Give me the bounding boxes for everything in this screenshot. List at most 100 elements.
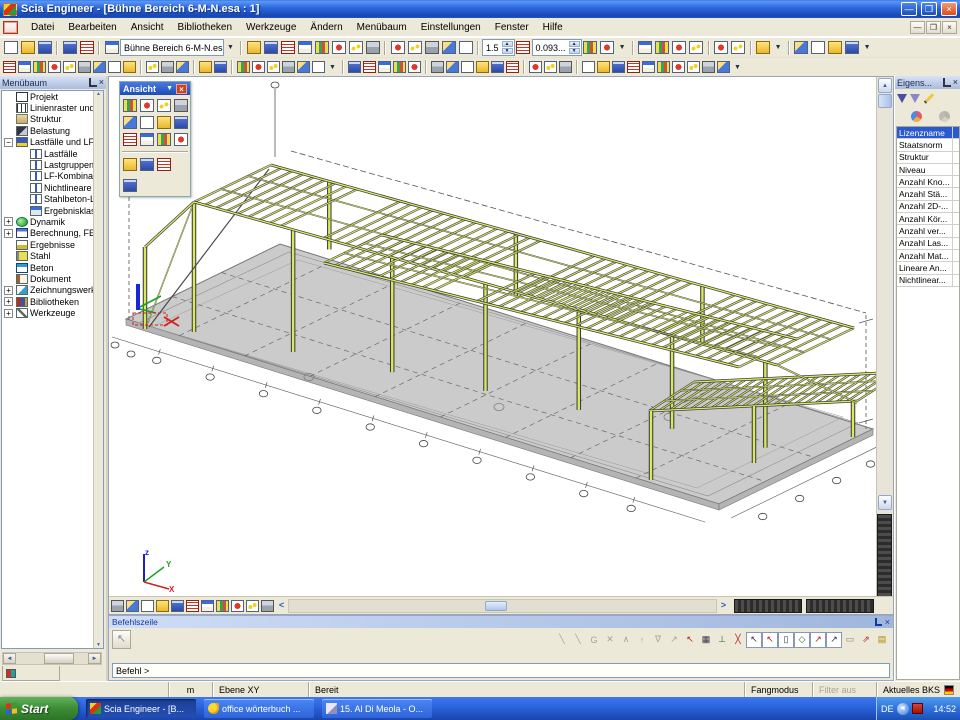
tree-item-stahl[interactable]: Stahl <box>2 250 103 261</box>
tree-item-beton[interactable]: Beton <box>2 262 103 273</box>
toolbar-icon[interactable] <box>230 598 245 614</box>
toolbar-icon[interactable] <box>47 59 62 75</box>
befehlszeile-header[interactable]: Befehlszeile × <box>109 616 893 628</box>
toolbar-icon[interactable] <box>122 59 137 75</box>
toolbar-icon[interactable] <box>543 59 558 75</box>
taskbar-task-0[interactable]: Scia Engineer - [B... <box>86 699 196 718</box>
toolbar-icon[interactable] <box>686 59 701 75</box>
toolbar-icon[interactable] <box>61 40 78 56</box>
toolbar-icon[interactable] <box>145 59 160 75</box>
tree-item-belastung[interactable]: Belastung <box>2 125 103 136</box>
toolbar-icon[interactable] <box>626 59 641 75</box>
toolbar-icon[interactable] <box>155 97 172 114</box>
toolbar-icon[interactable] <box>445 59 460 75</box>
toolbar-icon[interactable] <box>581 59 596 75</box>
toolbar-icon[interactable] <box>121 177 138 194</box>
toolbar-icon[interactable] <box>596 59 611 75</box>
toolbar-icon[interactable] <box>701 59 716 75</box>
pin-icon[interactable] <box>89 78 97 87</box>
toolbar-icon[interactable] <box>121 114 138 131</box>
toolbar-icon[interactable] <box>713 40 730 56</box>
model-viewport[interactable]: z Y X Ansicht ▼ × ▲ ▼ < > <box>108 76 894 615</box>
toolbar-icon[interactable] <box>311 59 326 75</box>
toolbar-icon[interactable] <box>279 40 296 56</box>
eigenschaften-panel-header[interactable]: Eigens... × <box>895 76 960 89</box>
toolbar-icon[interactable] <box>654 40 671 56</box>
toolbar-icon[interactable] <box>281 59 296 75</box>
command-input[interactable]: Befehl > <box>112 663 890 678</box>
close-icon[interactable]: × <box>885 617 890 627</box>
toolbar-icon[interactable] <box>138 156 155 173</box>
toolbar-icon[interactable] <box>515 40 532 56</box>
close-button[interactable]: × <box>941 2 957 16</box>
toolbar-icon[interactable] <box>406 40 423 56</box>
document-icon[interactable] <box>3 21 18 34</box>
scrollbar-thumb[interactable] <box>485 601 507 611</box>
scroll-down-icon[interactable]: ▼ <box>878 495 892 510</box>
minimize-button[interactable]: — <box>901 2 917 16</box>
tree-item-nichtlineare-lf[interactable]: Nichtlineare LF <box>16 182 103 193</box>
dropdown-icon[interactable]: ▼ <box>731 59 744 75</box>
snap-icon[interactable]: ↗ <box>826 632 842 648</box>
toolbar-icon[interactable] <box>140 598 155 614</box>
toolbar-icon[interactable] <box>266 59 281 75</box>
snap-icon[interactable]: ╳ <box>730 632 746 648</box>
toolbar-icon[interactable] <box>245 40 262 56</box>
toolbar-icon[interactable] <box>170 598 185 614</box>
snap-icon[interactable]: ↖ <box>682 632 698 648</box>
snap-icon[interactable]: ▯ <box>778 632 794 648</box>
toolbar-icon[interactable] <box>347 59 362 75</box>
tree-item-werkzeuge[interactable]: +Werkzeuge <box>2 307 103 318</box>
toolbar-icon[interactable] <box>389 40 406 56</box>
toolbar-icon[interactable] <box>92 59 107 75</box>
toolbar-icon[interactable] <box>17 59 32 75</box>
filter-icon[interactable] <box>897 94 907 103</box>
menubaum-panel-header[interactable]: Menübaum × <box>0 76 106 89</box>
toolbar-icon[interactable] <box>198 59 213 75</box>
tree-item-dynamik[interactable]: +Dynamik <box>2 216 103 227</box>
toolbar-icon[interactable] <box>392 59 407 75</box>
toolbar-icon[interactable] <box>107 59 122 75</box>
property-row-anzahl-stä-[interactable]: Anzahl Stä... <box>897 188 959 200</box>
menu-item-bearbeiten[interactable]: Bearbeiten <box>61 20 123 35</box>
toolbar-icon[interactable] <box>32 59 47 75</box>
dropdown-icon[interactable]: ▼ <box>616 40 629 56</box>
toolbar-icon[interactable] <box>475 59 490 75</box>
selection-cursor-button[interactable]: ↖ <box>112 630 131 649</box>
tree-vertical-scrollbar[interactable]: ▲▼ <box>93 91 103 648</box>
filter-alt-icon[interactable] <box>910 94 920 103</box>
menubaum-tab[interactable] <box>2 666 60 681</box>
toolbar-icon[interactable] <box>599 40 616 56</box>
snap-icon[interactable]: ↖ <box>762 632 778 648</box>
toolbar-icon[interactable] <box>172 114 189 131</box>
toolbar-icon[interactable] <box>377 59 392 75</box>
scroll-left-icon[interactable]: ◄ <box>3 653 16 664</box>
dropdown-icon[interactable]: ▼ <box>772 40 785 56</box>
toolbar-icon[interactable] <box>688 40 705 56</box>
pie-chart-icon[interactable] <box>911 111 922 122</box>
dropdown-icon[interactable]: ▼ <box>326 59 339 75</box>
property-row-staatsnorm[interactable]: Staatsnorm <box>897 139 959 151</box>
tree-horizontal-scrollbar[interactable]: ◄ ► <box>2 652 102 665</box>
combobox-extra-dropdown[interactable]: ▼ <box>224 40 237 56</box>
scrollbar-thumb[interactable] <box>878 94 892 108</box>
tree-item-lastgruppen[interactable]: Lastgruppen <box>16 159 103 170</box>
toolbar-icon[interactable] <box>260 598 275 614</box>
toolbar-icon[interactable] <box>245 598 260 614</box>
snap-icon[interactable]: ⊥ <box>714 632 730 648</box>
menu-item-hilfe[interactable]: Hilfe <box>536 20 570 35</box>
property-row-anzahl-kno-[interactable]: Anzahl Kno... <box>897 176 959 188</box>
menu-item-werkzeuge[interactable]: Werkzeuge <box>239 20 303 35</box>
ucs-indicator[interactable]: Aktuelles BKS <box>876 682 960 697</box>
property-row-anzahl-las-[interactable]: Anzahl Las... <box>897 238 959 250</box>
toolbar-icon[interactable] <box>121 156 138 173</box>
scrollbar-thumb[interactable] <box>44 653 74 664</box>
pin-icon[interactable] <box>943 78 951 87</box>
toolbar-icon[interactable] <box>671 40 688 56</box>
toolbar-icon[interactable] <box>262 40 279 56</box>
property-row-nichtlinear-[interactable]: Nichtlinear... <box>897 275 959 287</box>
menu-item-einstellungen[interactable]: Einstellungen <box>414 20 488 35</box>
toolbar-icon[interactable] <box>641 59 656 75</box>
mdi-close-button[interactable]: × <box>942 21 957 34</box>
toolbar-icon[interactable] <box>121 97 138 114</box>
